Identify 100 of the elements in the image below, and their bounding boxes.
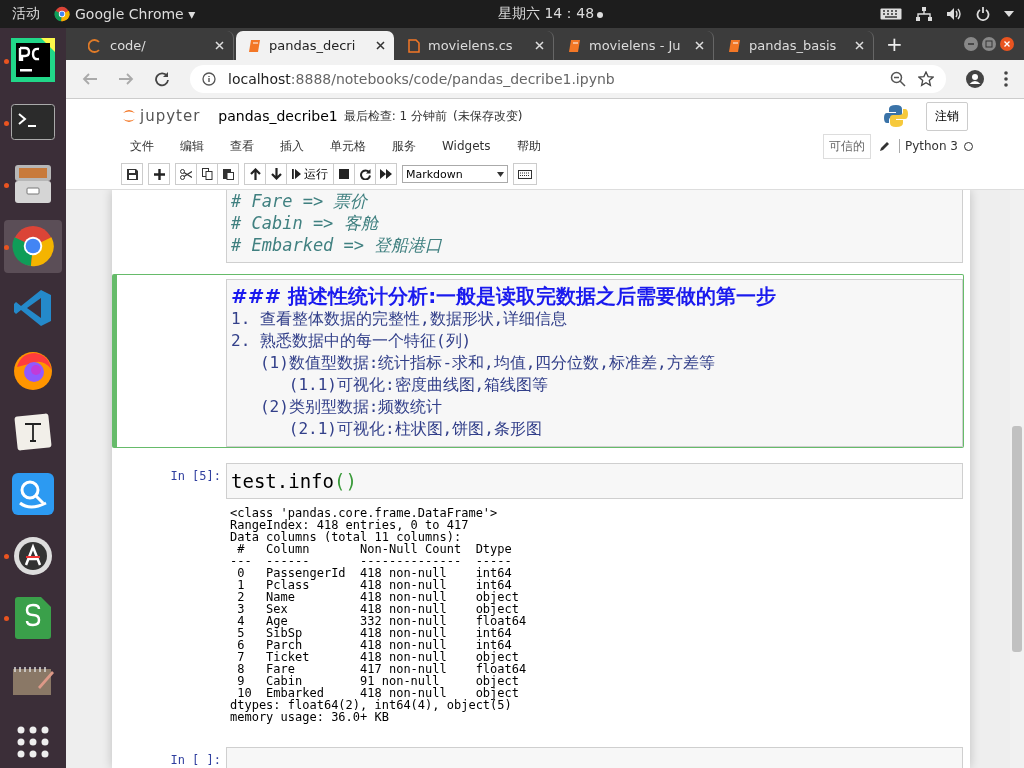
notebook-title[interactable]: pandas_decribe1 — [218, 108, 338, 124]
copy-icon — [201, 168, 213, 180]
output-line: dtypes: float64(2), int64(4), object(5) — [230, 699, 512, 711]
jupyter-logo[interactable]: jupyter — [122, 107, 201, 125]
keyboard-icon — [518, 169, 532, 179]
search-app-icon — [12, 472, 54, 515]
file-icon — [408, 38, 420, 53]
close-icon[interactable] — [376, 41, 385, 50]
keyboard-icon[interactable] — [880, 8, 902, 20]
output-line: 0 PassengerId 418 non-null int64 — [236, 567, 513, 579]
output-line: --- ------ -------------- ----- — [230, 555, 513, 567]
app-grid-icon[interactable] — [16, 724, 50, 759]
output-line: 4 Age 332 non-null float64 — [236, 615, 528, 627]
stop-icon — [339, 169, 349, 179]
code-comment: # Embarked => 登船港口 — [231, 234, 444, 256]
markdown-heading: ### 描述性统计分析:一般是读取完数据之后需要做的第一步 — [231, 284, 778, 308]
clock[interactable]: 星期六 14：48 — [498, 5, 595, 23]
cell-prompt: In [5]: — [170, 469, 221, 483]
cell-type-dropdown[interactable]: Markdown — [402, 165, 508, 183]
copy-button[interactable] — [196, 163, 218, 185]
fast-forward-icon — [380, 169, 392, 179]
autosave-status: (未保存改变) — [453, 107, 523, 125]
volume-icon[interactable] — [946, 7, 962, 21]
reload-icon[interactable] — [154, 71, 170, 87]
output-line: 9 Cabin 91 non-null object — [236, 675, 520, 687]
minimize-icon[interactable] — [964, 37, 978, 51]
output-line: memory usage: 36.0+ KB — [230, 711, 389, 723]
menu-item[interactable]: 单元格 — [330, 137, 366, 155]
code-editor[interactable]: test.info() — [226, 463, 963, 499]
plus-button[interactable] — [148, 163, 170, 185]
fastforward-button[interactable] — [375, 163, 397, 185]
stop-button[interactable] — [333, 163, 355, 185]
keyboard-button[interactable] — [513, 163, 537, 185]
down-arrow-icon — [270, 168, 282, 180]
star-icon[interactable] — [918, 71, 934, 87]
spreadsheet-icon — [15, 596, 51, 639]
output-line: 6 Parch 418 non-null int64 — [236, 639, 512, 651]
chrome-icon — [54, 6, 70, 22]
menu-item[interactable]: 查看 — [230, 137, 254, 155]
new-tab-button[interactable]: + — [886, 32, 903, 56]
trusted-badge[interactable]: 可信的 — [822, 133, 871, 159]
paste-button[interactable] — [217, 163, 239, 185]
pencil-icon[interactable] — [878, 140, 891, 152]
output-line: 2 Name 418 non-null object — [236, 591, 520, 603]
notebook-cell[interactable]: In [ ]: — [112, 742, 964, 768]
browser-tab[interactable]: pandas_decri — [236, 31, 394, 60]
account-icon[interactable] — [966, 70, 984, 88]
output-line: # Column Non-Null Count Dtype — [236, 543, 513, 555]
plus-icon — [153, 168, 165, 180]
cut-button[interactable] — [175, 163, 197, 185]
cell-prompt: In [ ]: — [170, 753, 221, 767]
network-icon[interactable] — [916, 7, 932, 21]
menu-icon[interactable] — [1004, 71, 1008, 87]
code-comment: # Fare => 票价 — [231, 190, 369, 212]
pycharm-icon — [11, 38, 55, 83]
update-icon — [12, 534, 54, 577]
code-line: test.info() — [231, 470, 357, 492]
save-button[interactable] — [121, 163, 143, 185]
markdown-line: 2. 熟悉数据中的每一个特征(列) — [231, 330, 473, 352]
notebook-icon — [728, 38, 741, 53]
markdown-line: (2.1)可视化:柱状图,饼图,条形图 — [287, 418, 543, 440]
loading-icon — [88, 38, 102, 53]
menu-item[interactable]: 文件 — [130, 137, 154, 155]
output-line: 7 Ticket 418 non-null object — [236, 651, 519, 663]
notebook-icon — [568, 38, 581, 53]
notebook-cell[interactable]: ### 描述性统计分析:一般是读取完数据之后需要做的第一步 1. 查看整体数据的完整性,数据形状,详细信息 2. 熟悉数据中的每一个特征(列) (1)数值型数据:统计指标-求和,均值,四分位数,标准差,方差等 (1.1)可视化:密度曲线图,箱线图等 (2)类别型数据:频数统计 (2.1)可视化:柱状图,饼图,条形图 — [112, 274, 964, 448]
run-button[interactable]: 运行 — [286, 163, 334, 185]
menu-item[interactable]: 编辑 — [180, 137, 204, 155]
close-icon[interactable] — [1000, 37, 1014, 51]
scrollbar-thumb[interactable] — [1012, 426, 1022, 652]
up-button[interactable] — [244, 163, 266, 185]
restart-icon — [359, 168, 371, 180]
python-logo-icon — [884, 104, 908, 128]
notebook-icon — [248, 38, 261, 53]
app-menu[interactable]: Google Chrome ▾ — [54, 6, 196, 22]
power-icon[interactable] — [976, 7, 990, 21]
restart-button[interactable] — [354, 163, 376, 185]
markdown-editor[interactable]: ### 描述性统计分析:一般是读取完数据之后需要做的第一步 1. 查看整体数据的完整性,数据形状,详细信息 2. 熟悉数据中的每一个特征(列) (1)数值型数据:统计指标-求和,均值,四分位数,标准差,方差等 (1.1)可视化:密度曲线图,箱线图等 (2)类别型数据:频数统计 (2.1)可视化:柱状图,饼图,条形图 — [226, 279, 963, 447]
markdown-line: (2)类别型数据:频数统计 — [258, 396, 444, 418]
activities-button[interactable]: 活动 — [12, 5, 40, 23]
info-icon — [202, 72, 216, 86]
zoom-icon[interactable] — [890, 71, 906, 87]
menu-item[interactable]: 插入 — [280, 137, 304, 155]
code-comment: # Cabin => 客舱 — [231, 212, 380, 234]
dock-item[interactable] — [4, 219, 62, 273]
terminal-icon — [11, 104, 55, 141]
caret-icon[interactable] — [1004, 11, 1014, 17]
save-icon — [126, 168, 138, 180]
menu-item[interactable]: 帮助 — [516, 137, 541, 155]
checkpoint-status: 最后检查: 1 分钟前 — [343, 107, 448, 125]
down-button[interactable] — [265, 163, 287, 185]
output-line: 3 Sex 418 non-null object — [236, 603, 519, 615]
menu-item[interactable]: 服务 — [392, 137, 416, 155]
code-editor-icon — [13, 288, 53, 329]
menu-item[interactable]: Widgets — [442, 139, 491, 153]
address-field[interactable]: localhost:8888/notebooks/code/pandas_decribe1.ipynb — [190, 65, 946, 93]
output-line: 1 Pclass 418 non-null int64 — [236, 579, 512, 591]
output-line: RangeIndex: 418 entries, 0 to 417 — [230, 519, 469, 531]
chrome-icon — [12, 225, 54, 268]
logout-button[interactable]: 注销 — [926, 101, 968, 131]
